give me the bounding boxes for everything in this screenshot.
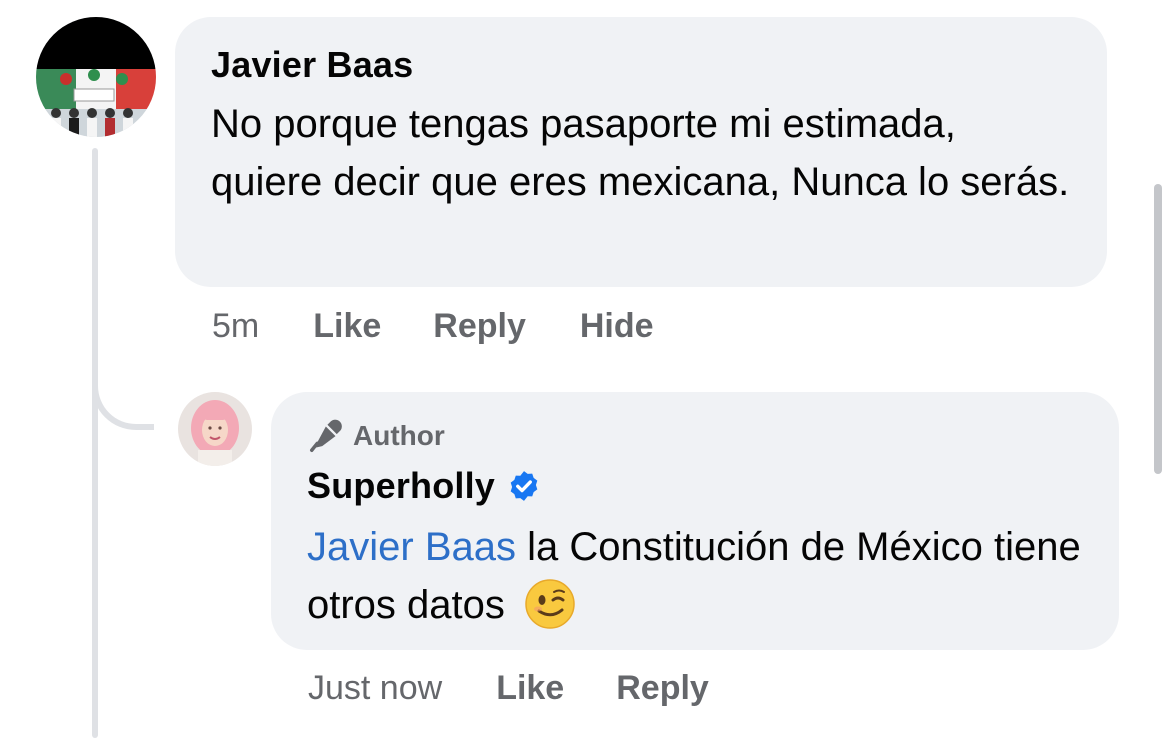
avatar-superholly[interactable]: [178, 392, 252, 466]
comment-actions: 5m Like Reply Hide: [212, 304, 654, 348]
hide-button[interactable]: Hide: [580, 307, 654, 346]
like-button[interactable]: Like: [496, 669, 564, 708]
mention-link[interactable]: Javier Baas: [307, 525, 516, 569]
reply-author-name[interactable]: Superholly: [307, 464, 495, 508]
microphone-icon: [310, 419, 342, 452]
thread-line: [92, 148, 98, 738]
reply-actions: Just now Like Reply: [308, 666, 709, 710]
reply-button[interactable]: Reply: [433, 307, 526, 346]
group-photo-icon: [36, 17, 156, 137]
author-badge-label: Author: [353, 420, 445, 451]
avatar-javier[interactable]: [36, 17, 156, 137]
reply-button[interactable]: Reply: [616, 669, 709, 708]
thread-connector: [92, 370, 154, 430]
profile-photo-icon: [178, 392, 252, 466]
comment-timestamp[interactable]: 5m: [212, 307, 259, 346]
verified-badge-icon: [510, 471, 538, 501]
reply-bubble: Author Superholly Javier Baas la Constit…: [271, 392, 1119, 650]
like-button[interactable]: Like: [313, 307, 381, 346]
winking-face-icon: [525, 579, 575, 629]
comment-text: No porque tengas pasaporte mi estimada, …: [211, 102, 1070, 204]
comment-bubble: Javier Baas No porque tengas pasaporte m…: [175, 17, 1107, 287]
author-badge: Author: [307, 414, 1083, 458]
reply-author-row: Superholly: [307, 464, 1083, 508]
reply-text: Javier Baas la Constitución de México ti…: [307, 518, 1083, 634]
reply-timestamp[interactable]: Just now: [308, 669, 442, 708]
comment-author-name[interactable]: Javier Baas: [211, 43, 1071, 87]
scrollbar[interactable]: [1154, 184, 1162, 474]
